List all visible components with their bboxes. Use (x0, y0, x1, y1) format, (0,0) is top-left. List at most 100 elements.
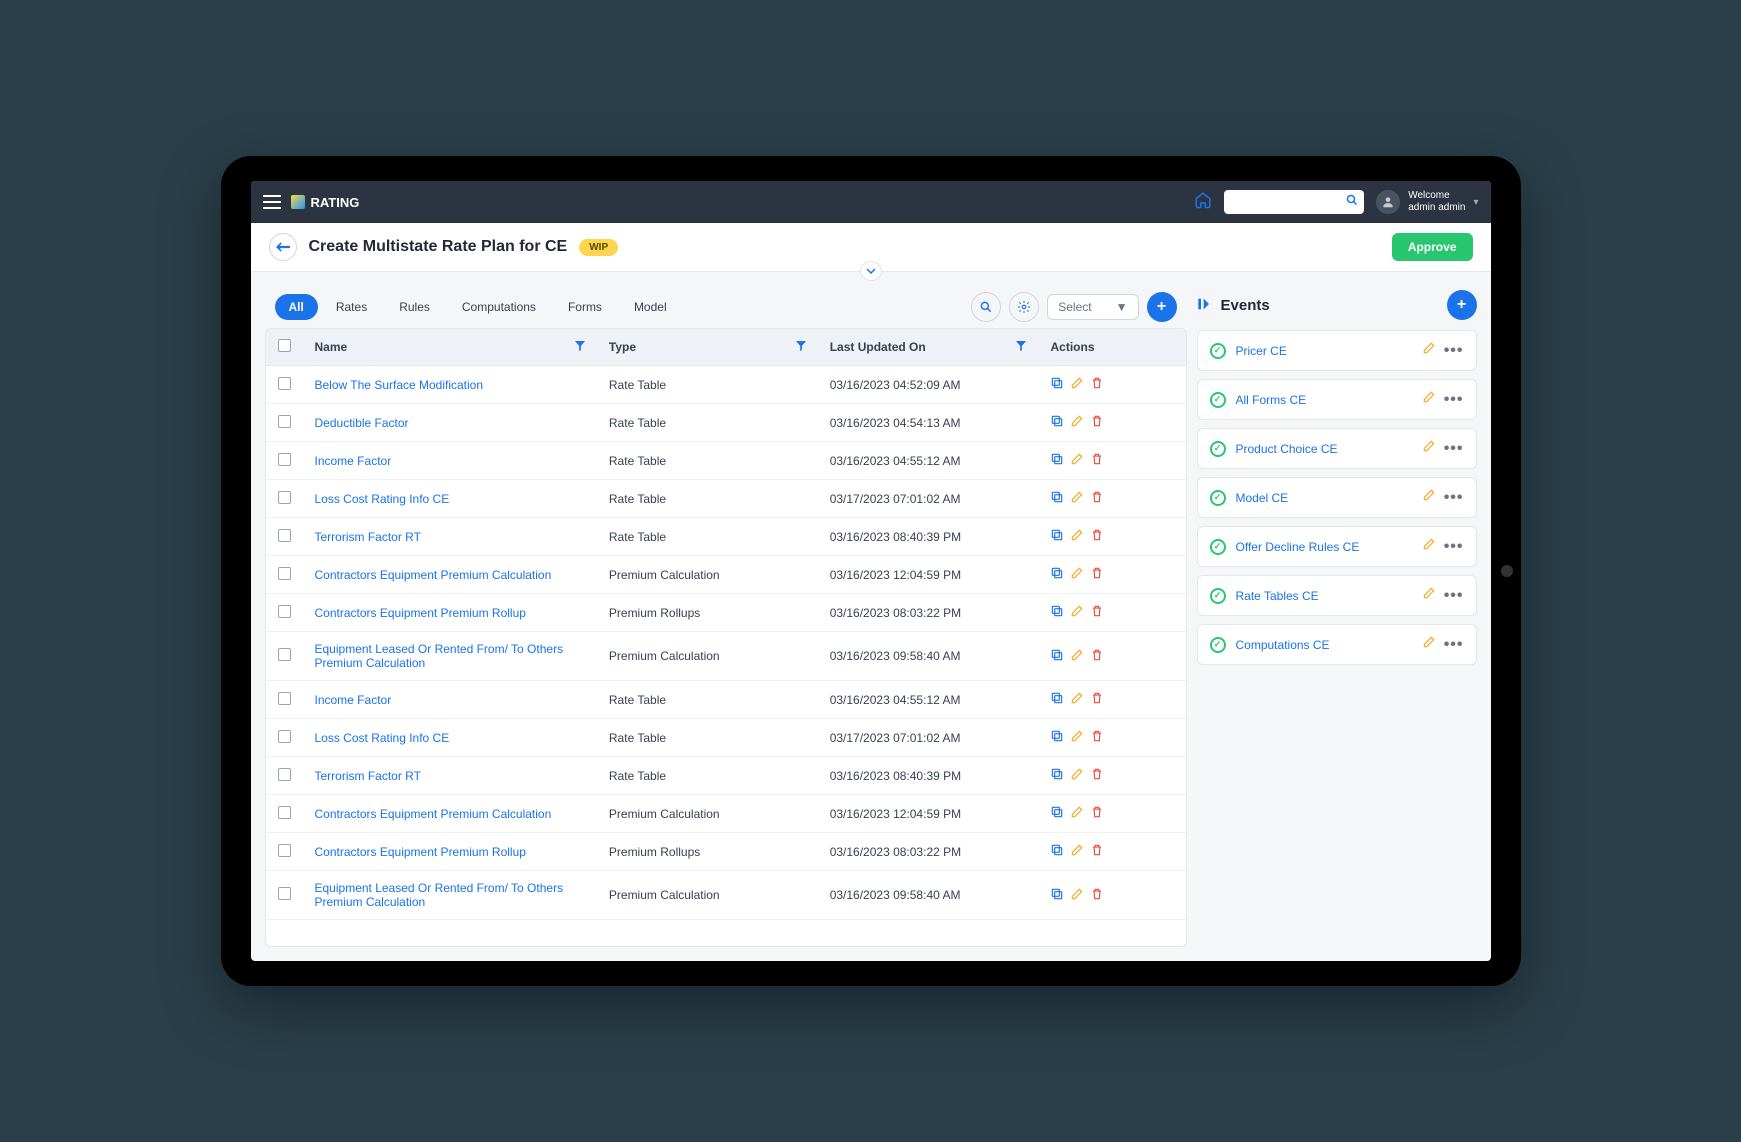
delete-icon[interactable] (1090, 528, 1104, 545)
filter-icon[interactable] (1016, 341, 1026, 354)
copy-icon[interactable] (1050, 376, 1064, 393)
row-checkbox[interactable] (278, 730, 291, 743)
row-checkbox[interactable] (278, 806, 291, 819)
delete-icon[interactable] (1090, 604, 1104, 621)
search-icon[interactable] (1346, 193, 1358, 211)
row-checkbox[interactable] (278, 377, 291, 390)
row-name-link[interactable]: Terrorism Factor RT (315, 769, 421, 783)
row-name-link[interactable]: Terrorism Factor RT (315, 530, 421, 544)
copy-icon[interactable] (1050, 452, 1064, 469)
event-item[interactable]: Offer Decline Rules CE••• (1197, 526, 1477, 567)
edit-icon[interactable] (1070, 805, 1084, 822)
event-item[interactable]: All Forms CE••• (1197, 379, 1477, 420)
row-checkbox[interactable] (278, 768, 291, 781)
edit-icon[interactable] (1070, 648, 1084, 665)
panel-expand-icon[interactable] (1197, 296, 1213, 315)
copy-icon[interactable] (1050, 604, 1064, 621)
filter-icon[interactable] (575, 341, 585, 354)
row-checkbox[interactable] (278, 491, 291, 504)
add-event-button[interactable]: + (1447, 290, 1477, 320)
delete-icon[interactable] (1090, 729, 1104, 746)
row-name-link[interactable]: Contractors Equipment Premium Calculatio… (315, 807, 552, 821)
hamburger-menu-icon[interactable] (263, 195, 281, 209)
more-icon[interactable]: ••• (1444, 587, 1464, 605)
delete-icon[interactable] (1090, 490, 1104, 507)
row-name-link[interactable]: Income Factor (315, 693, 392, 707)
edit-icon[interactable] (1070, 604, 1084, 621)
delete-icon[interactable] (1090, 648, 1104, 665)
more-icon[interactable]: ••• (1444, 538, 1464, 556)
home-icon[interactable] (1194, 191, 1212, 214)
more-icon[interactable]: ••• (1444, 489, 1464, 507)
collapse-header-button[interactable] (860, 261, 882, 281)
event-item[interactable]: Pricer CE••• (1197, 330, 1477, 371)
row-name-link[interactable]: Income Factor (315, 454, 392, 468)
edit-icon[interactable] (1422, 341, 1436, 360)
add-item-button[interactable]: + (1147, 292, 1177, 322)
row-checkbox[interactable] (278, 415, 291, 428)
event-item[interactable]: Product Choice CE••• (1197, 428, 1477, 469)
row-checkbox[interactable] (278, 887, 291, 900)
edit-icon[interactable] (1070, 887, 1084, 904)
search-tool-button[interactable] (971, 292, 1001, 322)
delete-icon[interactable] (1090, 691, 1104, 708)
tab-all[interactable]: All (275, 294, 318, 320)
tab-computations[interactable]: Computations (448, 294, 550, 320)
brand-area[interactable]: RATING (291, 195, 360, 210)
edit-icon[interactable] (1070, 729, 1084, 746)
row-checkbox[interactable] (278, 567, 291, 580)
row-name-link[interactable]: Equipment Leased Or Rented From/ To Othe… (315, 881, 564, 909)
more-icon[interactable]: ••• (1444, 440, 1464, 458)
edit-icon[interactable] (1422, 537, 1436, 556)
row-checkbox[interactable] (278, 453, 291, 466)
edit-icon[interactable] (1070, 691, 1084, 708)
delete-icon[interactable] (1090, 843, 1104, 860)
select-all-checkbox[interactable] (278, 339, 291, 352)
tab-model[interactable]: Model (620, 294, 681, 320)
user-menu[interactable]: Welcome admin admin ▾ (1376, 190, 1478, 214)
copy-icon[interactable] (1050, 691, 1064, 708)
more-icon[interactable]: ••• (1444, 342, 1464, 360)
row-checkbox[interactable] (278, 529, 291, 542)
edit-icon[interactable] (1422, 586, 1436, 605)
row-checkbox[interactable] (278, 605, 291, 618)
row-checkbox[interactable] (278, 648, 291, 661)
row-name-link[interactable]: Loss Cost Rating Info CE (315, 731, 450, 745)
tab-forms[interactable]: Forms (554, 294, 616, 320)
copy-icon[interactable] (1050, 414, 1064, 431)
row-name-link[interactable]: Contractors Equipment Premium Rollup (315, 845, 526, 859)
delete-icon[interactable] (1090, 805, 1104, 822)
delete-icon[interactable] (1090, 452, 1104, 469)
approve-button[interactable]: Approve (1392, 233, 1473, 261)
filter-icon[interactable] (796, 341, 806, 354)
delete-icon[interactable] (1090, 767, 1104, 784)
copy-icon[interactable] (1050, 767, 1064, 784)
delete-icon[interactable] (1090, 566, 1104, 583)
row-name-link[interactable]: Below The Surface Modification (315, 378, 484, 392)
event-item[interactable]: Computations CE••• (1197, 624, 1477, 665)
copy-icon[interactable] (1050, 843, 1064, 860)
row-name-link[interactable]: Deductible Factor (315, 416, 409, 430)
row-checkbox[interactable] (278, 844, 291, 857)
edit-icon[interactable] (1070, 452, 1084, 469)
edit-icon[interactable] (1070, 843, 1084, 860)
delete-icon[interactable] (1090, 414, 1104, 431)
row-name-link[interactable]: Contractors Equipment Premium Calculatio… (315, 568, 552, 582)
more-icon[interactable]: ••• (1444, 391, 1464, 409)
delete-icon[interactable] (1090, 887, 1104, 904)
type-select[interactable]: Select ▼ (1047, 294, 1138, 320)
row-name-link[interactable]: Loss Cost Rating Info CE (315, 492, 450, 506)
delete-icon[interactable] (1090, 376, 1104, 393)
copy-icon[interactable] (1050, 566, 1064, 583)
tab-rates[interactable]: Rates (322, 294, 381, 320)
edit-icon[interactable] (1070, 767, 1084, 784)
back-button[interactable] (269, 233, 297, 261)
chevron-down-icon[interactable]: ▾ (1473, 197, 1478, 208)
copy-icon[interactable] (1050, 805, 1064, 822)
copy-icon[interactable] (1050, 528, 1064, 545)
copy-icon[interactable] (1050, 648, 1064, 665)
row-checkbox[interactable] (278, 692, 291, 705)
edit-icon[interactable] (1422, 439, 1436, 458)
copy-icon[interactable] (1050, 887, 1064, 904)
data-table-wrapper[interactable]: Name Type Last Updated On Actions Below … (265, 328, 1187, 947)
